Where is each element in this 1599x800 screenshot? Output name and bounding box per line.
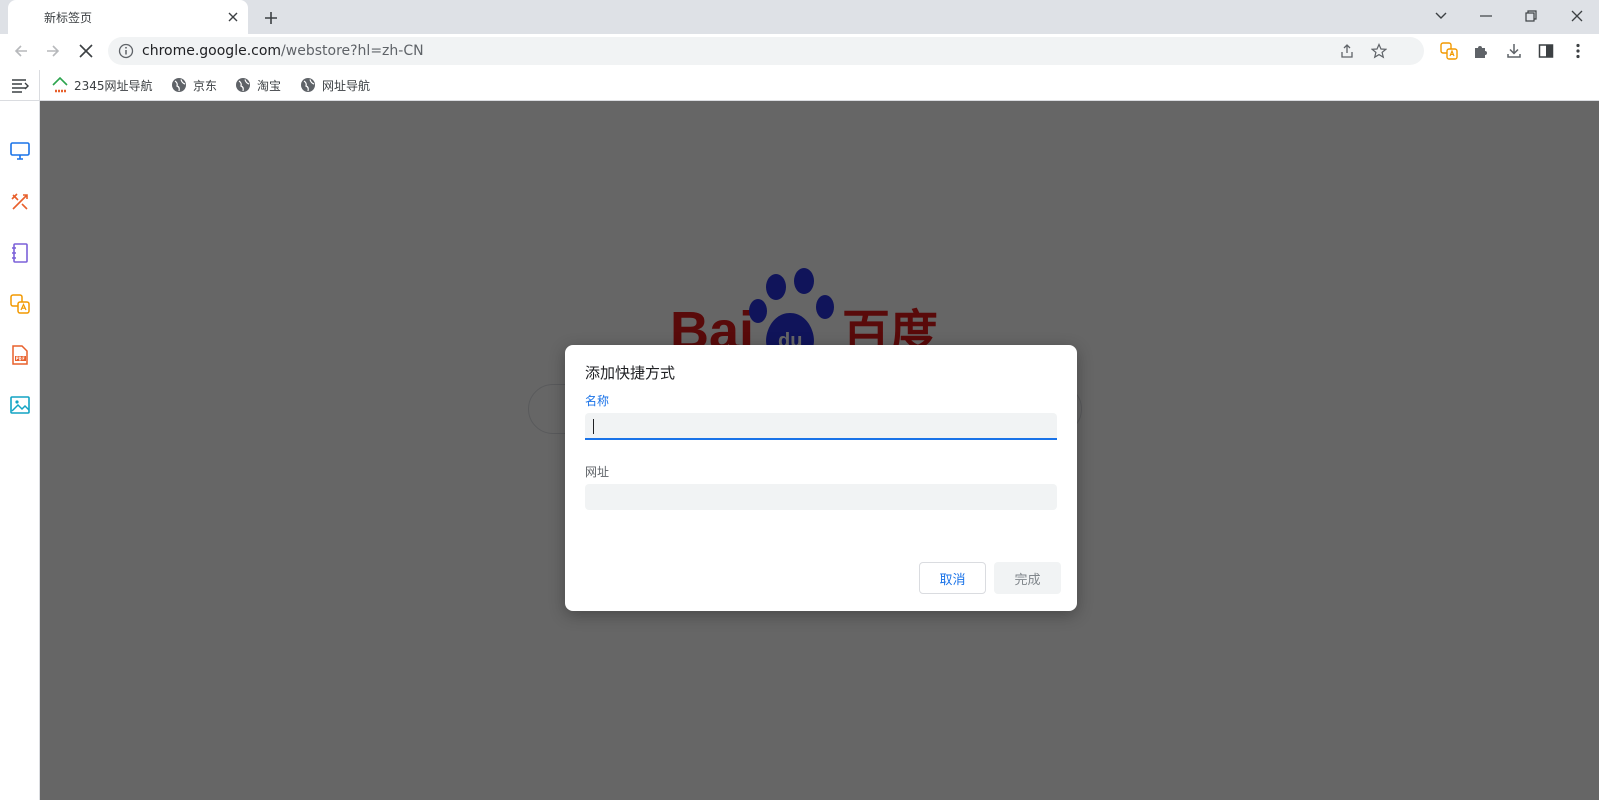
url-text: chrome.google.com/webstore?hl=zh-CN — [142, 43, 424, 59]
image-icon[interactable] — [9, 394, 31, 416]
downloads-button[interactable] — [1502, 39, 1526, 63]
download-icon — [1507, 44, 1521, 58]
name-field-label: 名称 — [585, 394, 610, 408]
translate-icon[interactable] — [9, 293, 31, 315]
tab-close-button[interactable] — [224, 8, 242, 26]
text-caret — [593, 419, 594, 434]
new-tab-icon — [22, 10, 38, 26]
info-icon[interactable] — [118, 43, 134, 59]
add-shortcut-dialog: 添加快捷方式 名称 网址 取消 完成 — [565, 345, 1077, 611]
plus-icon — [265, 12, 277, 24]
restore-button[interactable] — [1518, 3, 1544, 29]
bookmark-label: 网址导航 — [322, 78, 371, 93]
minimize-button[interactable] — [1473, 3, 1499, 29]
dialog-title: 添加快捷方式 — [585, 364, 676, 382]
close-icon — [79, 44, 93, 58]
bookmark-label: 2345网址导航 — [74, 78, 153, 93]
tab-search-button[interactable] — [1428, 3, 1454, 29]
tab-strip: 新标签页 — [0, 0, 1599, 34]
bookmark-jd[interactable]: 京东 — [171, 75, 217, 95]
tab-title: 新标签页 — [44, 11, 93, 25]
chevron-down-icon — [1435, 12, 1447, 19]
globe-icon — [236, 78, 250, 92]
toolbar: chrome.google.com/webstore?hl=zh-CN — [0, 34, 1599, 68]
arrow-right-icon — [47, 45, 60, 57]
tab-new-tab[interactable]: 新标签页 — [8, 0, 248, 34]
bookmark-taobao[interactable]: 淘宝 — [235, 75, 281, 95]
done-button[interactable]: 完成 — [994, 562, 1061, 594]
notebook-icon[interactable] — [9, 242, 31, 264]
restore-icon — [1525, 10, 1537, 22]
address-bar[interactable]: chrome.google.com/webstore?hl=zh-CN — [108, 37, 1424, 65]
url-path: /webstore?hl=zh-CN — [281, 43, 424, 59]
tools-icon[interactable] — [9, 191, 31, 213]
close-window-button[interactable] — [1564, 3, 1590, 29]
bookmark-bar: 2345网址导航 京东 淘宝 网址导航 — [0, 68, 1599, 101]
bookmark-star-button[interactable] — [1370, 42, 1388, 60]
pdf-icon[interactable] — [9, 344, 31, 366]
close-icon — [1571, 10, 1583, 22]
forward-button[interactable] — [41, 39, 65, 63]
side-panel-icon — [1538, 44, 1554, 58]
url-input[interactable] — [585, 484, 1057, 510]
extensions-button[interactable] — [1469, 39, 1493, 63]
menu-button[interactable] — [1566, 39, 1590, 63]
close-icon — [228, 12, 238, 22]
back-button[interactable] — [9, 39, 33, 63]
bookmark-separator — [39, 70, 40, 100]
side-panel-button[interactable] — [1534, 39, 1558, 63]
bookmark-label: 淘宝 — [257, 78, 282, 93]
share-icon — [1341, 44, 1353, 58]
arrow-left-icon — [14, 45, 27, 57]
star-icon — [1371, 43, 1387, 59]
globe-icon — [301, 78, 315, 92]
translate-icon — [1440, 42, 1458, 60]
name-input[interactable] — [585, 413, 1057, 440]
monitor-icon[interactable] — [9, 140, 31, 162]
bookmark-2345[interactable]: 2345网址导航 — [52, 75, 153, 95]
share-button[interactable] — [1338, 42, 1356, 60]
new-tab-button[interactable] — [260, 7, 282, 29]
cancel-button[interactable]: 取消 — [919, 562, 986, 594]
globe-icon — [172, 78, 186, 92]
translate-extension-button[interactable] — [1437, 39, 1461, 63]
reading-list-menu-icon[interactable] — [10, 75, 30, 95]
more-vertical-icon — [1576, 43, 1580, 59]
puzzle-icon — [1475, 46, 1487, 58]
bookmark-url-nav[interactable]: 网址导航 — [300, 75, 370, 95]
url-host: chrome.google.com — [142, 43, 282, 59]
url-field-label: 网址 — [585, 465, 610, 479]
minimize-icon — [1480, 15, 1492, 17]
bookmark-label: 京东 — [193, 78, 218, 93]
2345-logo-icon — [52, 77, 68, 93]
stop-loading-button[interactable] — [74, 39, 98, 63]
side-toolbar — [0, 101, 40, 800]
